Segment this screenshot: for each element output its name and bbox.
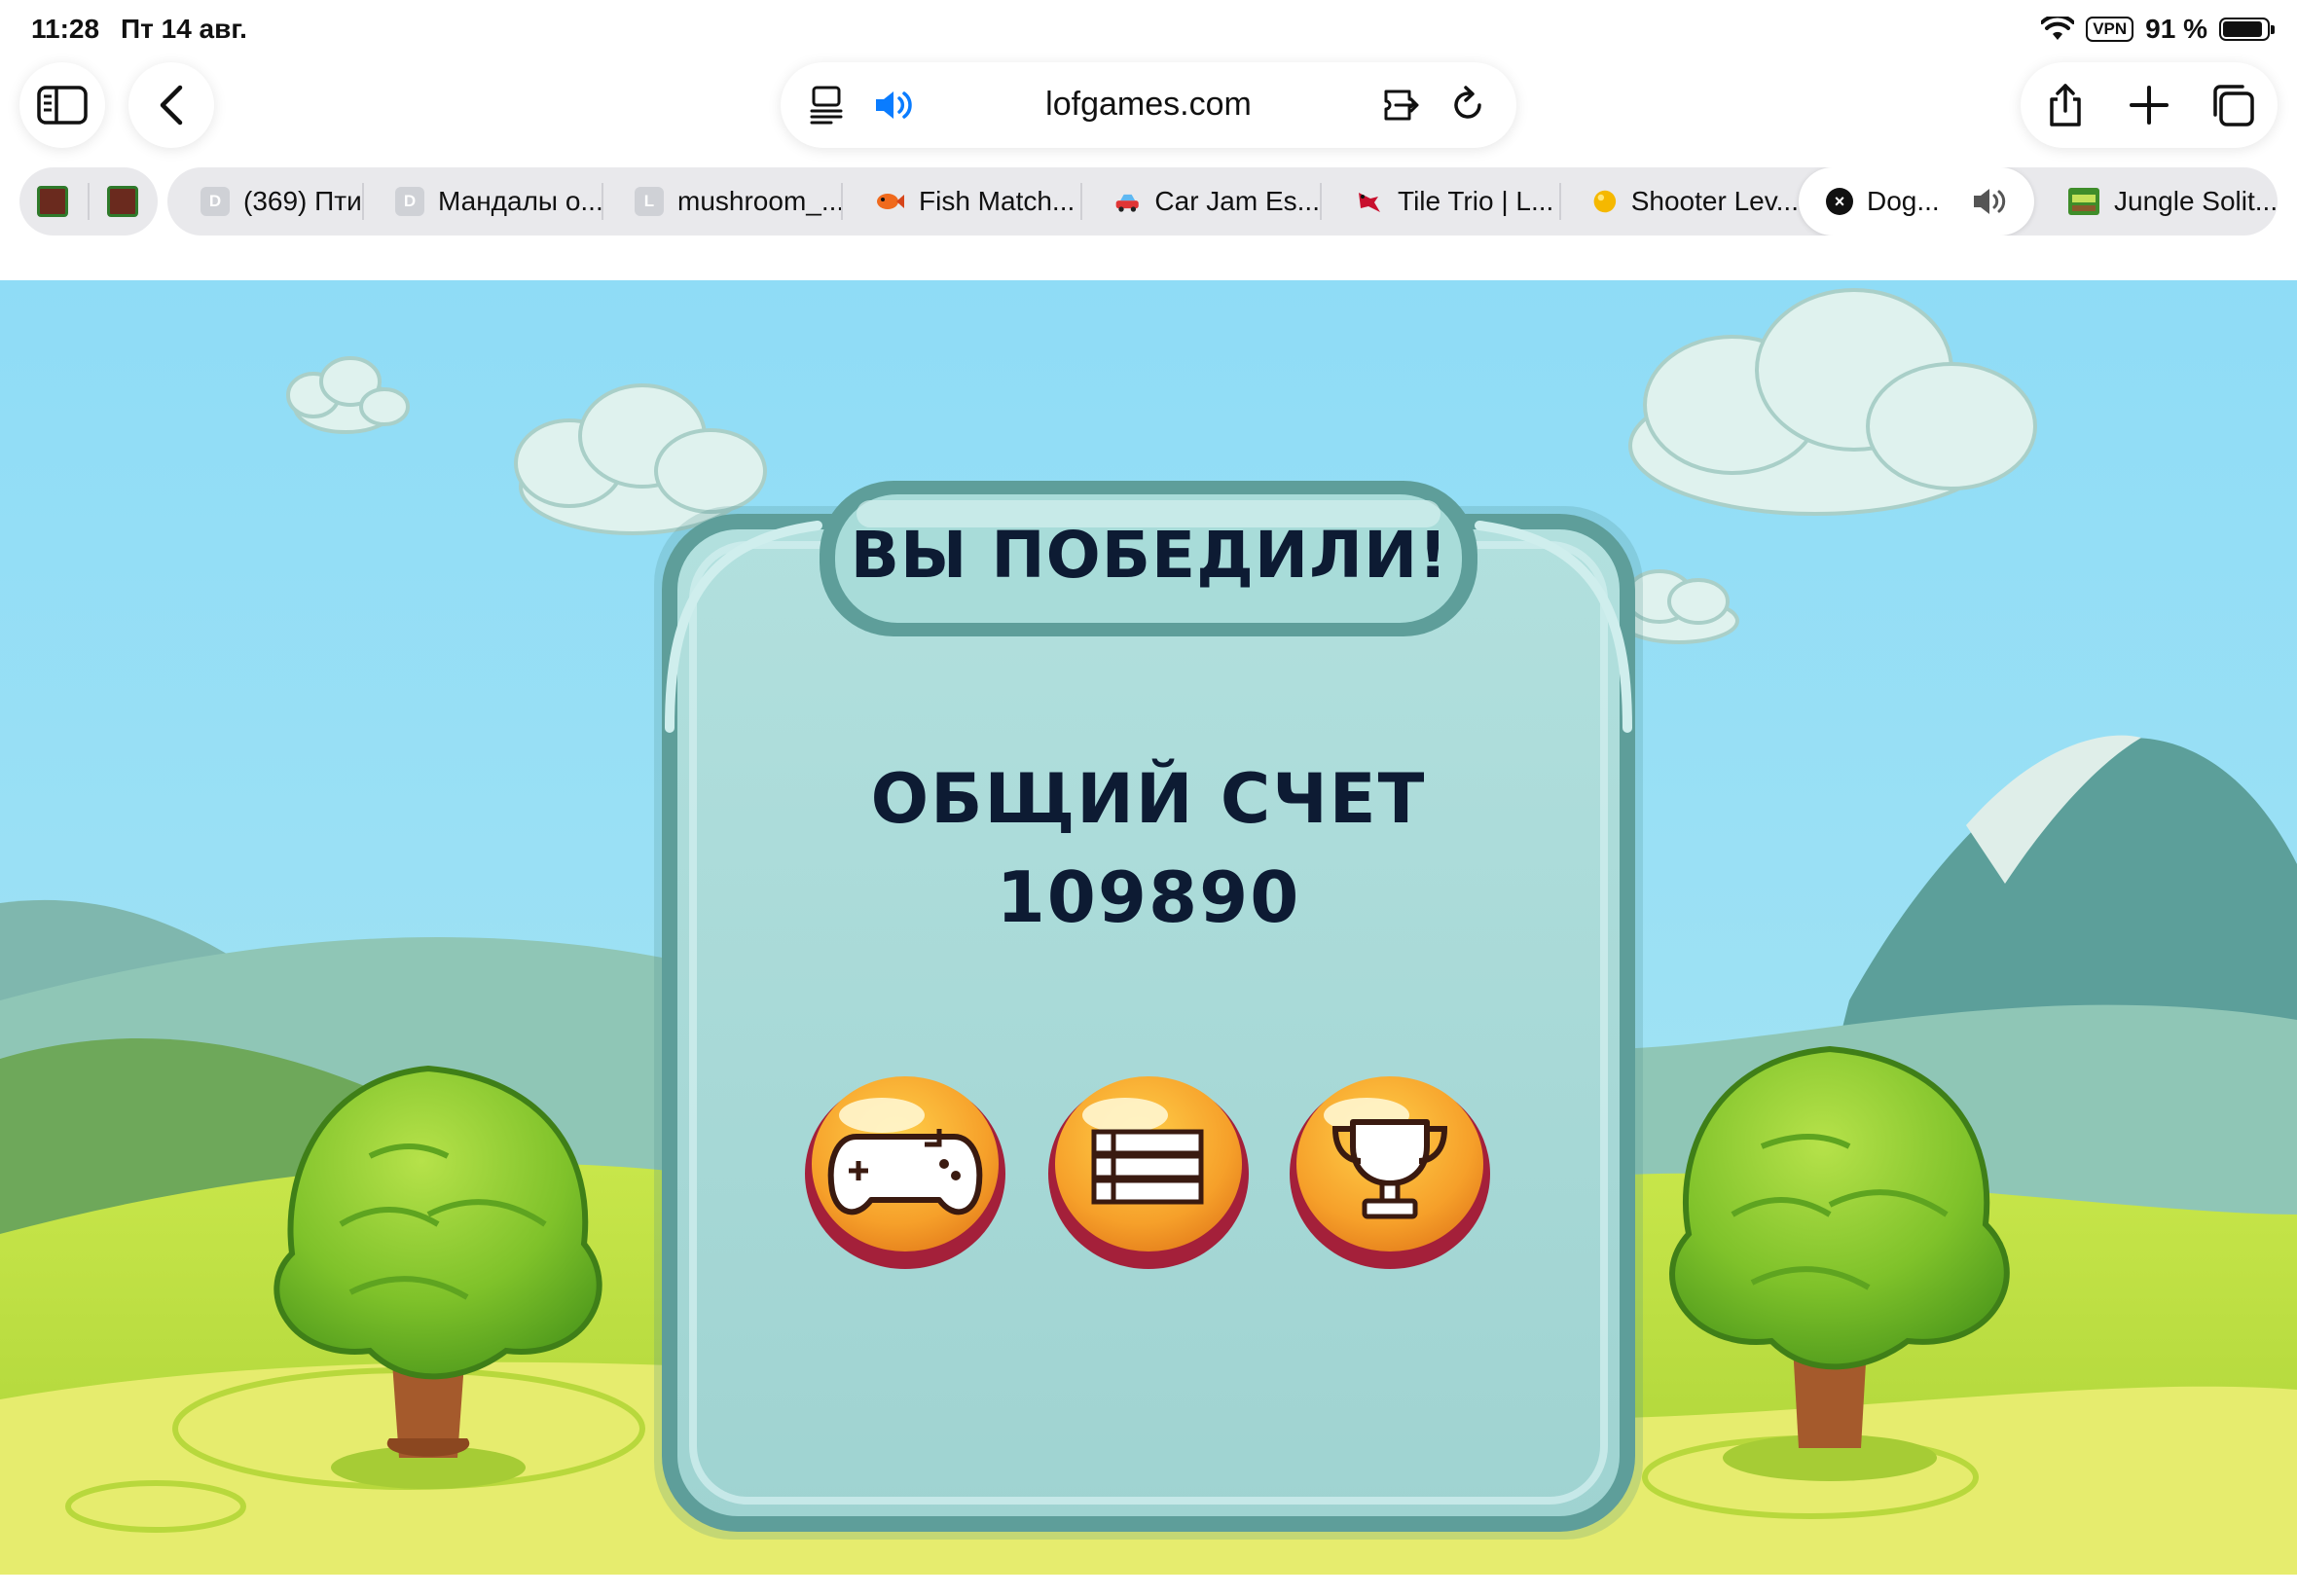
trophy-icon[interactable]: [1290, 1076, 1490, 1271]
bird-icon: [1359, 193, 1380, 212]
tab-title: Jungle Solit...: [2114, 186, 2278, 216]
back-icon: [160, 85, 183, 126]
pinned-tab[interactable]: [107, 186, 138, 217]
tab-favicon-d: D: [395, 187, 424, 216]
back-button[interactable]: [128, 62, 214, 148]
win-title: ВЫ ПОБЕДИЛИ!: [850, 517, 1449, 593]
pinned-tab[interactable]: [37, 186, 68, 217]
address-bar[interactable]: lofgames.com: [781, 62, 1516, 148]
new-tab-icon[interactable]: [2126, 82, 2172, 128]
tab-fish-match[interactable]: Fish Match...: [841, 167, 1080, 236]
tab-dog-active[interactable]: × Dog...: [1799, 167, 2034, 236]
jungle-icon: [2068, 188, 2099, 215]
status-bar: 11:28 Пт 14 авг. VPN 91 %: [0, 0, 2297, 58]
tab-tile-trio[interactable]: Tile Trio | L...: [1320, 167, 1559, 236]
ball-icon: [1593, 190, 1617, 213]
tab-jungle-solitaire[interactable]: Jungle Solit...: [2034, 167, 2278, 236]
score-value: 109890: [996, 856, 1301, 938]
gamepad-icon[interactable]: [805, 1076, 1005, 1271]
pinned-divider: [88, 183, 90, 220]
tab-title: Car Jam Es...: [1154, 186, 1320, 216]
status-indicators: VPN 91 %: [2041, 14, 2275, 45]
tab-title: Dog...: [1867, 186, 1940, 216]
toolbar-right-group: [2021, 62, 2278, 148]
tab-title: Мандалы о...: [438, 186, 603, 216]
tab-369[interactable]: D (369) Пти: [167, 167, 362, 236]
tab-car-jam[interactable]: Car Jam Es...: [1080, 167, 1320, 236]
pinned-tabs: [19, 167, 158, 236]
status-time: 11:28: [31, 14, 100, 44]
fish-icon: [877, 194, 904, 209]
tab-title: Tile Trio | L...: [1398, 186, 1554, 216]
cloud: [286, 356, 410, 434]
tab-favicon-d: D: [201, 187, 230, 216]
tab-title: Shooter Lev...: [1630, 186, 1799, 216]
battery-percent: 91 %: [2145, 14, 2207, 44]
reload-icon[interactable]: [1446, 84, 1489, 127]
extension-icon[interactable]: [1380, 84, 1423, 127]
car-icon: [1115, 194, 1139, 212]
close-icon[interactable]: ×: [1826, 188, 1853, 215]
score-label: ОБЩИЙ СЧЕТ: [870, 759, 1427, 839]
tab-favicon-l: L: [635, 187, 664, 216]
tab-title: Fish Match...: [919, 186, 1076, 216]
result-panel: [654, 481, 1643, 1540]
tab-mandaly[interactable]: D Мандалы о...: [362, 167, 603, 236]
menu-list-icon[interactable]: [1048, 1076, 1249, 1271]
game-viewport[interactable]: ВЫ ПОБЕДИЛИ! ОБЩИЙ СЧЕТ 109890: [0, 280, 2297, 1575]
cloud: [1628, 288, 2037, 516]
tab-title: mushroom_...: [677, 186, 845, 216]
wifi-icon: [2041, 17, 2075, 40]
tab-title: (369) Пти: [243, 186, 362, 216]
tab-mushroom[interactable]: L mushroom_...: [602, 167, 845, 236]
status-date: Пт 14 авг.: [121, 14, 247, 44]
audio-playing-icon[interactable]: [1971, 184, 2014, 219]
sidebar-button[interactable]: [19, 62, 105, 148]
share-icon[interactable]: [2042, 82, 2089, 128]
sidebar-icon: [37, 86, 88, 125]
battery-icon: [2219, 18, 2275, 41]
tabs-overview-icon[interactable]: [2209, 82, 2256, 128]
battery-fill: [2223, 21, 2263, 37]
vpn-badge: VPN: [2086, 17, 2134, 42]
page-bottom-edge: [0, 1575, 2297, 1596]
tab-shooter[interactable]: Shooter Lev...: [1559, 167, 1799, 236]
tab-strip: D (369) Пти D Мандалы о... L mushroom_..…: [167, 167, 2278, 236]
